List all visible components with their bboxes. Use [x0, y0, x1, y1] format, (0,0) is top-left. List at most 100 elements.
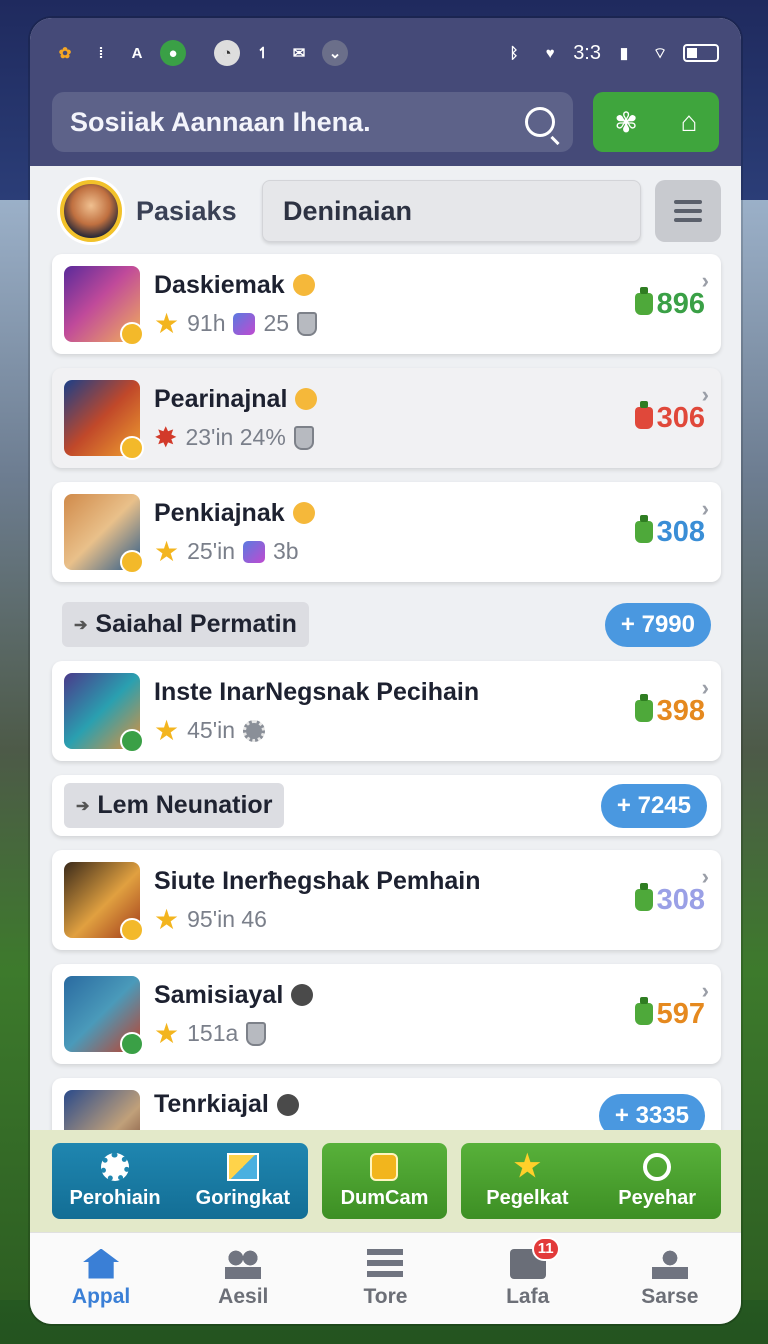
- action-button-peyehar[interactable]: Peyehar: [618, 1152, 697, 1210]
- item-price: 306: [634, 401, 705, 435]
- plus-coin-icon: [276, 1093, 299, 1116]
- filter-dropdown[interactable]: Deninaian: [262, 180, 641, 242]
- action-label: Peyehar: [618, 1186, 697, 1209]
- item-meta: 151a: [187, 1020, 239, 1046]
- item-thumbnail: [64, 862, 144, 942]
- item-title: Siute Inerħegshak Pemhain: [154, 866, 481, 895]
- circle-icon: ●: [160, 40, 186, 66]
- timer-icon: ◔: [214, 40, 240, 66]
- item-price-value: 398: [656, 694, 705, 727]
- item-title: Penkiajnak: [154, 498, 285, 527]
- item-price: 308: [634, 515, 705, 549]
- menu-button[interactable]: [655, 180, 721, 242]
- list-icon: [367, 1248, 404, 1279]
- chevron-right-icon[interactable]: ›: [702, 382, 709, 408]
- avatar[interactable]: [60, 180, 122, 242]
- item-price-value: 306: [656, 401, 705, 434]
- a-icon: A: [131, 44, 143, 62]
- arrow-icon: ➔: [74, 616, 88, 634]
- action-button-dumcam[interactable]: DumCam: [321, 1143, 448, 1219]
- lock-icon: [120, 436, 144, 460]
- medal-icon: [370, 1152, 399, 1181]
- gear-icon: [243, 719, 265, 742]
- money-bag-icon: [634, 515, 653, 543]
- star-icon: ★: [154, 535, 180, 567]
- dots-icon: ⁞: [98, 44, 104, 62]
- item-title: Tenrkiajal: [154, 1090, 269, 1118]
- action-button-perohiain[interactable]: Perohiain: [70, 1152, 161, 1210]
- star-icon: ★: [154, 307, 180, 339]
- tab-label: Lafa: [506, 1284, 550, 1308]
- section-label[interactable]: ➔ Lem Neunatior: [64, 783, 285, 828]
- section-label-text: Lem Neunatior: [97, 791, 273, 819]
- action-button-pegelkat[interactable]: ★ Pegelkat: [486, 1149, 569, 1210]
- section-label[interactable]: ➔ Saiahal Permatin: [62, 602, 309, 647]
- star-icon: ★: [154, 1017, 180, 1049]
- money-bag-icon: [634, 401, 653, 429]
- tab-aesil[interactable]: Aesil: [183, 1248, 303, 1309]
- action-label: Pegelkat: [486, 1186, 569, 1209]
- list-item[interactable]: Inste InarNegsnak Pecihain ★ 45'in 398 ›: [52, 661, 721, 761]
- search-icon[interactable]: [525, 107, 555, 137]
- store-button[interactable]: ✾ ⌂: [593, 92, 719, 152]
- gear-icon: [101, 1152, 130, 1181]
- money-bag-icon: [634, 997, 653, 1025]
- section-value-pill[interactable]: + 7245: [600, 783, 707, 828]
- puzzle-icon: ✾: [614, 106, 638, 138]
- top-bar: ✿ ⁞ A ● ◔ ↿ ✉ ⌄ ᛒ ♥ 3:3 ▮ ⌔ Sosiiak Aann…: [30, 18, 741, 166]
- tab-lafa[interactable]: 11 Lafa: [468, 1236, 588, 1309]
- section-value-pill[interactable]: + 7990: [604, 602, 711, 647]
- profile-row: Pasiaks Deninaian: [30, 166, 741, 254]
- chevron-right-icon[interactable]: ›: [702, 675, 709, 701]
- app-window: ✿ ⁞ A ● ◔ ↿ ✉ ⌄ ᛒ ♥ 3:3 ▮ ⌔ Sosiiak Aann…: [30, 18, 741, 1324]
- item-price-value: 308: [656, 883, 705, 916]
- list-item[interactable]: Samisiayal ★ 151a 597 ›: [52, 964, 721, 1064]
- item-meta: 45'in: [187, 717, 235, 743]
- item-meta: 23'in 24%: [185, 424, 286, 450]
- chevron-down-icon: ⌄: [322, 40, 348, 66]
- item-price: 308: [634, 883, 705, 917]
- item-price: 398: [634, 694, 705, 728]
- tab-tore[interactable]: Tore: [325, 1248, 445, 1309]
- money-bag-icon: [634, 883, 653, 911]
- item-thumbnail: [64, 494, 144, 574]
- item-title: Daskiemak: [154, 270, 285, 299]
- tab-appal[interactable]: Appal: [41, 1248, 161, 1309]
- clock-icon: [643, 1152, 672, 1181]
- item-thumbnail: [64, 266, 144, 346]
- item-price: 597: [634, 997, 705, 1031]
- check-icon: [120, 729, 144, 753]
- action-button-goringkat[interactable]: Goringkat: [196, 1152, 290, 1210]
- arrow-icon: ↿: [256, 45, 270, 62]
- chevron-right-icon[interactable]: ›: [702, 864, 709, 890]
- list-item[interactable]: Siute Inerħegshak Pemhain ★ 95'in 46 308…: [52, 850, 721, 950]
- tab-label: Aesil: [218, 1284, 269, 1308]
- chevron-right-icon[interactable]: ›: [702, 496, 709, 522]
- list-item[interactable]: Pearinajnal ✸ 23'in 24% 306 ›: [52, 368, 721, 468]
- item-meta: 25'in: [187, 538, 235, 564]
- tab-sarse[interactable]: Sarse: [610, 1248, 730, 1309]
- status-bar: ✿ ⁞ A ● ◔ ↿ ✉ ⌄ ᛒ ♥ 3:3 ▮ ⌔: [52, 18, 719, 88]
- star-icon: ★: [513, 1149, 541, 1183]
- item-price: 896: [634, 287, 705, 321]
- search-input[interactable]: Sosiiak Aannaan Ihena.: [52, 92, 573, 152]
- battery-icon: [683, 44, 719, 62]
- lock-icon: [120, 550, 144, 574]
- list-item[interactable]: Penkiajnak ★ 25'in 3b 308 ›: [52, 482, 721, 582]
- list-item[interactable]: Daskiemak ★ 91h 25 896 ›: [52, 254, 721, 354]
- tab-label: Sarse: [641, 1284, 699, 1308]
- star-icon: ✸: [154, 421, 178, 453]
- gem-icon: [233, 312, 256, 335]
- action-group-secondary: ★ Pegelkat Peyehar: [461, 1143, 721, 1219]
- coin-icon: [292, 502, 315, 524]
- flower-icon: ✿: [58, 45, 72, 62]
- bottom-tab-bar: Appal Aesil Tore 11 Lafa Sarse: [30, 1232, 741, 1324]
- chevron-right-icon[interactable]: ›: [702, 268, 709, 294]
- trophy-icon: [293, 425, 314, 450]
- users-icon: [225, 1248, 262, 1279]
- star-icon: ★: [154, 903, 180, 935]
- item-thumbnail: [64, 673, 144, 753]
- chevron-right-icon[interactable]: ›: [702, 978, 709, 1004]
- item-title: Pearinajnal: [154, 384, 288, 413]
- check-icon: [120, 1032, 144, 1056]
